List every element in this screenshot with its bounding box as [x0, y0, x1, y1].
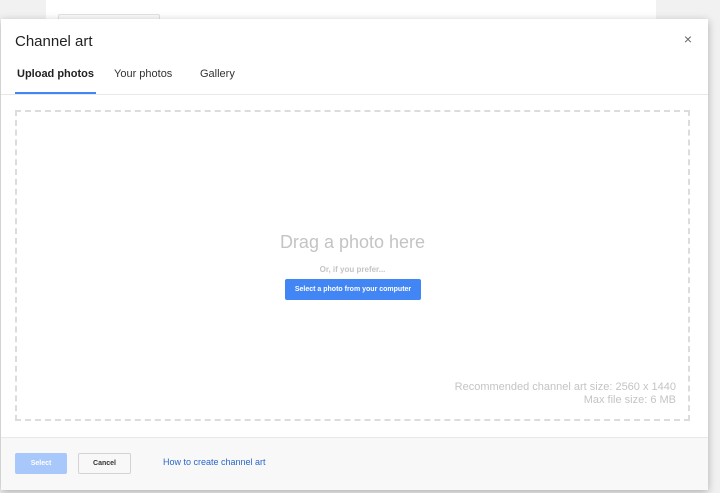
select-button[interactable]: Select [15, 453, 67, 474]
drag-photo-heading: Drag a photo here [279, 232, 426, 252]
recommended-size-text: Recommended channel art size: 2560 x 144… [454, 381, 676, 393]
cancel-button[interactable]: Cancel [78, 453, 131, 474]
prefer-hint: Or, if you prefer... [319, 265, 386, 274]
close-icon[interactable]: × [680, 31, 696, 47]
dialog-footer: Select Cancel How to create channel art [1, 437, 708, 490]
size-recommendation: Recommended channel art size: 2560 x 144… [455, 381, 676, 407]
select-photo-button[interactable]: Select a photo from your computer [285, 279, 421, 300]
dialog-title: Channel art [15, 33, 93, 50]
channel-art-dialog: Channel art × Upload photos Your photos … [1, 19, 708, 490]
tab-gallery[interactable]: Gallery [198, 60, 237, 92]
photo-dropzone[interactable]: Drag a photo here Or, if you prefer... S… [15, 110, 690, 421]
tab-upload-photos[interactable]: Upload photos [15, 60, 96, 94]
tab-bar: Upload photos Your photos Gallery [1, 60, 708, 95]
help-link[interactable]: How to create channel art [163, 457, 266, 467]
max-file-size-text: Max file size: 6 MB [583, 394, 676, 406]
tab-your-photos[interactable]: Your photos [112, 60, 174, 92]
